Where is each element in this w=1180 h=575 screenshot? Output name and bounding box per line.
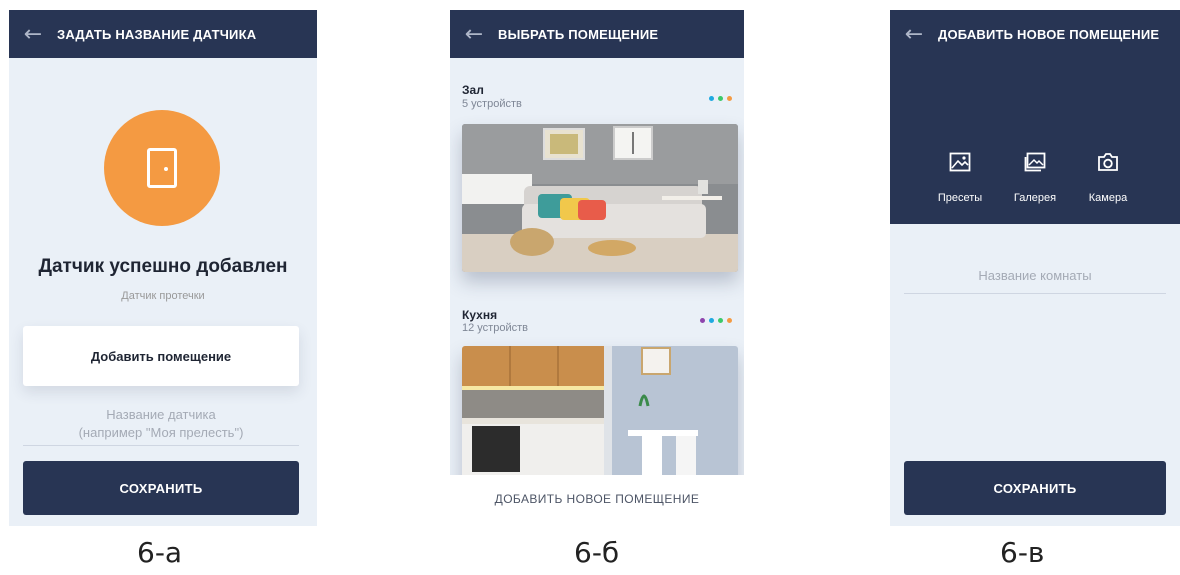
source-label: Камера bbox=[1088, 192, 1128, 204]
room-device-count: 5 устройств bbox=[462, 98, 522, 110]
back-arrow-icon[interactable]: ← bbox=[450, 10, 498, 58]
add-room-button[interactable]: Добавить помещение bbox=[23, 326, 299, 386]
status-dot bbox=[727, 318, 732, 323]
header-bar: ← ВЫБРАТЬ ПОМЕЩЕНИЕ bbox=[450, 10, 744, 58]
source-label: Пресеты bbox=[937, 192, 983, 204]
room-name: Кухня bbox=[462, 308, 498, 322]
header-bar: ← ДОБАВИТЬ НОВОЕ ПОМЕЩЕНИЕ bbox=[890, 10, 1180, 58]
source-camera[interactable]: Камера bbox=[1068, 152, 1148, 206]
camera-icon bbox=[1098, 153, 1118, 171]
screen-set-sensor-name: ← ЗАДАТЬ НАЗВАНИЕ ДАТЧИКА Датчик успешно… bbox=[9, 10, 317, 526]
sensor-name-input[interactable]: Название датчика (например "Моя прелесть… bbox=[23, 406, 299, 446]
back-arrow-icon[interactable]: ← bbox=[9, 10, 57, 58]
screen-select-room: ← ВЫБРАТЬ ПОМЕЩЕНИЕ Зал 5 устройств Кухн… bbox=[450, 10, 744, 475]
sensor-type-label: Датчик протечки bbox=[121, 290, 205, 302]
status-dot bbox=[709, 96, 714, 101]
screen-add-new-room: ← ДОБАВИТЬ НОВОЕ ПОМЕЩЕНИЕ Пресеты Галер… bbox=[890, 10, 1180, 526]
status-dot bbox=[709, 318, 714, 323]
source-label: Галерея bbox=[1013, 192, 1057, 204]
status-dot bbox=[727, 96, 732, 101]
add-new-room-link[interactable]: ДОБАВИТЬ НОВОЕ ПОМЕЩЕНИЕ bbox=[450, 492, 744, 506]
source-gallery[interactable]: Галерея bbox=[995, 152, 1075, 206]
status-dot bbox=[718, 318, 723, 323]
page-title: ЗАДАТЬ НАЗВАНИЕ ДАТЧИКА bbox=[57, 26, 257, 42]
door-icon bbox=[147, 148, 177, 188]
placeholder-line: Название датчика bbox=[106, 407, 216, 422]
status-dot bbox=[718, 96, 723, 101]
status-dot bbox=[700, 318, 705, 323]
header-bar: ← ЗАДАТЬ НАЗВАНИЕ ДАТЧИКА bbox=[9, 10, 317, 58]
figure-caption: 6-в bbox=[1000, 536, 1045, 569]
gallery-image-icon bbox=[1024, 152, 1046, 172]
source-presets[interactable]: Пресеты bbox=[920, 152, 1000, 206]
kitchen-image bbox=[462, 346, 738, 475]
sensor-avatar bbox=[104, 110, 220, 226]
room-status-dots bbox=[709, 96, 732, 101]
success-title: Датчик успешно добавлен bbox=[38, 256, 288, 277]
room-photo-kitchen[interactable] bbox=[462, 346, 738, 475]
save-button[interactable]: СОХРАНИТЬ bbox=[904, 461, 1166, 515]
room-name-input[interactable]: Название комнаты bbox=[904, 268, 1166, 294]
living-room-image bbox=[462, 124, 738, 272]
back-arrow-icon[interactable]: ← bbox=[890, 10, 938, 58]
room-photo-living[interactable] bbox=[462, 124, 738, 272]
room-device-count: 12 устройств bbox=[462, 322, 528, 334]
placeholder-line: (например "Моя прелесть") bbox=[78, 425, 244, 440]
save-button[interactable]: СОХРАНИТЬ bbox=[23, 461, 299, 515]
presets-image-icon bbox=[949, 152, 971, 172]
figure-caption: 6-б bbox=[574, 536, 620, 569]
page-title: ДОБАВИТЬ НОВОЕ ПОМЕЩЕНИЕ bbox=[938, 26, 1160, 42]
room-name: Зал bbox=[462, 83, 484, 97]
page-title: ВЫБРАТЬ ПОМЕЩЕНИЕ bbox=[498, 26, 659, 42]
room-status-dots bbox=[700, 318, 732, 323]
figure-caption: 6-а bbox=[137, 536, 183, 569]
